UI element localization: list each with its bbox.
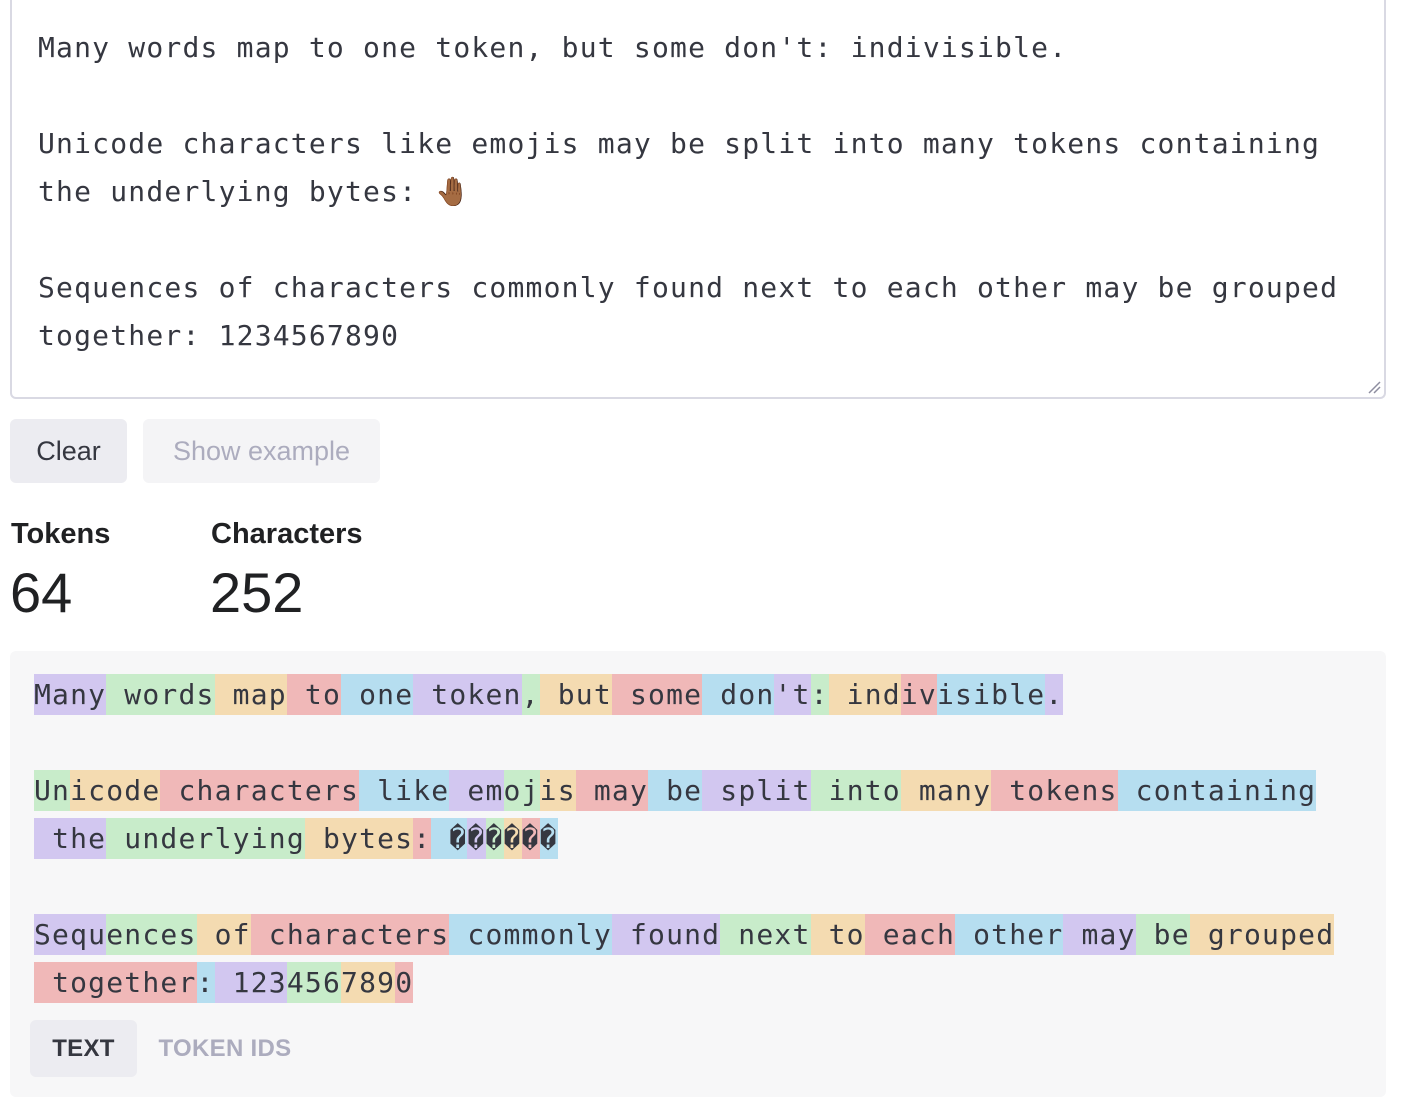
token: words: [106, 674, 215, 715]
token: Sequ: [34, 914, 107, 955]
token: em: [449, 770, 504, 811]
token: to: [810, 914, 865, 955]
token: .: [1045, 674, 1064, 715]
token: �: [503, 818, 522, 859]
token: 789: [341, 962, 396, 1003]
token: isible: [936, 674, 1046, 715]
token: to: [286, 674, 342, 715]
prompt-textarea[interactable]: Many words map to one token, but some do…: [10, 0, 1386, 399]
token: grouped: [1189, 914, 1335, 955]
token: but: [539, 674, 612, 715]
token: :: [413, 818, 432, 859]
tokenized-text: Many words map to one token, but some do…: [34, 671, 1346, 1007]
token: commonly: [449, 914, 612, 955]
token: 0: [395, 962, 414, 1003]
token: found: [611, 914, 721, 955]
token: some: [611, 674, 703, 715]
token: into: [810, 770, 901, 811]
token: ences: [106, 914, 197, 955]
token: oj: [503, 770, 540, 811]
token: :: [196, 962, 215, 1003]
show-example-button[interactable]: Show example: [143, 419, 380, 483]
token: 123: [214, 962, 287, 1003]
tab-token-ids[interactable]: TOKEN IDS: [150, 1020, 300, 1077]
characters-count: 252: [210, 561, 304, 624]
token: Un: [34, 770, 71, 811]
token: bytes: [304, 818, 414, 859]
clear-button[interactable]: Clear: [10, 419, 127, 483]
token: other: [955, 914, 1064, 955]
token: next: [720, 914, 811, 955]
token: split: [702, 770, 811, 811]
token: 456: [286, 962, 342, 1003]
tokens-label: Tokens: [11, 518, 111, 550]
token: underlying: [106, 818, 305, 859]
token: be: [1135, 914, 1190, 955]
token: tokens: [991, 770, 1118, 811]
characters-label: Characters: [211, 518, 363, 550]
token: �: [467, 818, 486, 859]
token: one: [341, 674, 414, 715]
token: icode: [70, 770, 161, 811]
token: �: [485, 818, 504, 859]
token: characters: [160, 770, 360, 811]
token: token: [413, 674, 522, 715]
resize-handle-icon[interactable]: [1367, 380, 1381, 394]
token: may: [1063, 914, 1136, 955]
token: :: [810, 674, 829, 715]
tokens-count: 64: [10, 561, 73, 624]
token: ,: [521, 674, 540, 715]
token: together: [34, 962, 197, 1003]
token: �: [539, 818, 558, 859]
token: map: [214, 674, 287, 715]
token: may: [575, 770, 649, 811]
tab-text[interactable]: TEXT: [30, 1020, 137, 1077]
token: characters: [250, 914, 450, 955]
token: the: [34, 818, 107, 859]
token: ind: [828, 674, 901, 715]
token: each: [864, 914, 956, 955]
tokenized-output-panel: Many words map to one token, but some do…: [10, 651, 1386, 1097]
token: be: [648, 770, 703, 811]
token: of: [196, 914, 251, 955]
token: many: [900, 770, 992, 811]
token: containing: [1117, 770, 1317, 811]
token: �: [521, 818, 540, 859]
token: is: [539, 770, 576, 811]
token: iv: [900, 674, 937, 715]
token: don: [702, 674, 775, 715]
token: like: [359, 770, 450, 811]
token: Many: [34, 674, 107, 715]
token: 't: [774, 674, 811, 715]
token: �: [431, 818, 468, 859]
prompt-text[interactable]: Many words map to one token, but some do…: [38, 24, 1354, 360]
